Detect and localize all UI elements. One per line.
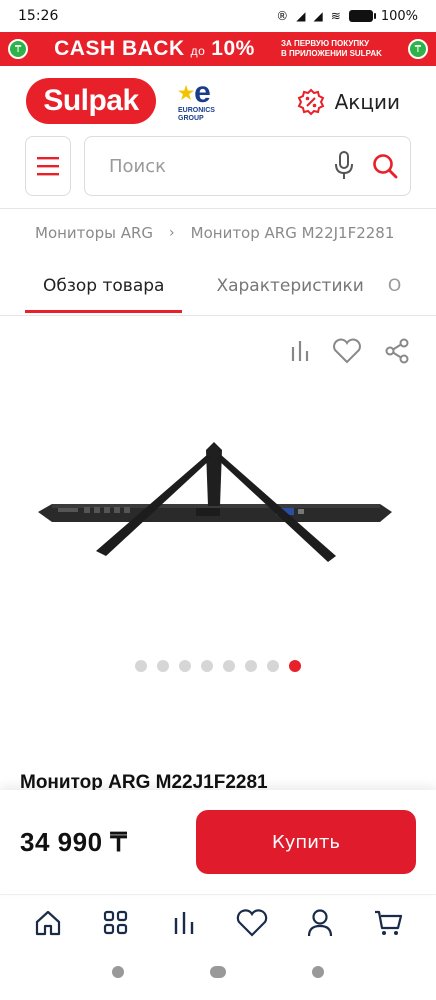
home-icon: [35, 910, 61, 935]
gallery-dot[interactable]: [179, 660, 191, 672]
site-header: Sulpak ★e EURONICS GROUP Акции: [0, 66, 436, 136]
battery-icon: [348, 10, 376, 22]
gallery-dot[interactable]: [245, 660, 257, 672]
signal-icon: ◢: [296, 9, 306, 23]
system-recents-button[interactable]: [312, 966, 324, 978]
cashback-banner[interactable]: ₸ CASH BACK до 10% ЗА ПЕРВУЮ ПОКУПКУ В П…: [0, 32, 436, 66]
euronics-group: GROUP: [178, 115, 204, 122]
gallery-pagination: [0, 660, 436, 672]
status-bar: 15:26 ® ◢ ◢ ≋ 100%: [0, 0, 436, 32]
search-input[interactable]: [109, 155, 334, 177]
battery-level: 100%: [380, 8, 418, 24]
cashback-sub-line2: В ПРИЛОЖЕНИИ SULPAK: [280, 49, 382, 58]
nav-catalog[interactable]: [100, 907, 132, 939]
gallery-dot[interactable]: [135, 660, 147, 672]
search-icon[interactable]: [372, 153, 398, 179]
status-time: 15:26: [18, 8, 59, 24]
euronics-logo: ★e EURONICS GROUP: [178, 76, 215, 123]
cashback-headline: CASH BACK до 10%: [54, 37, 255, 61]
system-back-button[interactable]: [112, 966, 124, 978]
system-home-button[interactable]: [210, 966, 226, 978]
tab-overview[interactable]: Обзор товара: [25, 257, 183, 315]
compare-nav-icon: [174, 911, 194, 934]
gallery-actions: [290, 338, 410, 364]
nav-cart[interactable]: [372, 907, 404, 939]
breadcrumb-item-product[interactable]: Монитор ARG M22J1F2281: [191, 224, 395, 242]
favorites-icon: [236, 908, 268, 937]
nav-profile[interactable]: [304, 907, 336, 939]
cashback-badge-icon: ₸: [8, 39, 28, 59]
price: 34 990 ₸: [20, 826, 128, 857]
menu-button[interactable]: [25, 136, 71, 196]
compare-icon[interactable]: [290, 339, 310, 363]
gallery-dot[interactable]: [223, 660, 235, 672]
signal-icon-2: ◢: [313, 9, 323, 23]
cashback-badge-icon-right: ₸: [407, 39, 428, 59]
promotions-label: Акции: [334, 90, 400, 114]
tab-specifications[interactable]: Характеристики: [198, 257, 381, 315]
profile-icon: [307, 908, 333, 936]
buy-bar: 34 990 ₸ Купить: [0, 790, 436, 894]
hamburger-icon: [37, 157, 59, 176]
nav-favorites[interactable]: [236, 907, 268, 939]
search-box[interactable]: [84, 136, 411, 196]
product-tabs: Обзор товара Характеристики О: [0, 257, 436, 315]
promotions-link[interactable]: Акции: [297, 88, 400, 116]
buy-button[interactable]: Купить: [196, 810, 416, 874]
tab-reviews[interactable]: О: [388, 276, 401, 296]
nav-compare[interactable]: [168, 907, 200, 939]
gallery-dot[interactable]: [157, 660, 169, 672]
heart-icon[interactable]: [332, 338, 362, 364]
product-title: Монитор ARG M22J1F2281: [20, 772, 268, 790]
gallery-dot[interactable]: [267, 660, 279, 672]
system-navigation: [0, 960, 436, 984]
microphone-icon[interactable]: [334, 151, 354, 181]
cashback-sub-line1: ЗА ПЕРВУЮ ПОКУПКУ: [280, 39, 370, 48]
wifi-icon: ≋: [330, 9, 341, 23]
chevron-right-icon: ›: [169, 225, 175, 241]
nav-home[interactable]: [32, 907, 64, 939]
breadcrumb: Мониторы ARG › Монитор ARG M22J1F2281: [0, 209, 436, 257]
registered-icon: ®: [276, 9, 289, 23]
cart-icon: [375, 910, 403, 935]
cashback-do: до: [190, 44, 206, 58]
euronics-name: EURONICS: [178, 107, 215, 114]
breadcrumb-item-category[interactable]: Мониторы ARG: [35, 224, 153, 242]
status-icons: ® ◢ ◢ ≋ 100%: [276, 9, 418, 24]
cashback-subtitle: ЗА ПЕРВУЮ ПОКУПКУ В ПРИЛОЖЕНИИ SULPAK: [281, 39, 382, 59]
bottom-navigation: [0, 894, 436, 950]
product-image[interactable]: [30, 436, 406, 586]
gallery-dot[interactable]: [201, 660, 213, 672]
gallery-dot[interactable]: [289, 660, 301, 672]
search-row: [0, 136, 436, 196]
percent-badge-icon: [297, 88, 324, 116]
cashback-percent: 10%: [211, 37, 255, 60]
euronics-mark-icon: ★e: [178, 76, 211, 109]
share-icon[interactable]: [384, 338, 410, 364]
catalog-icon: [103, 910, 128, 934]
product-gallery: [0, 316, 436, 776]
sulpak-logo[interactable]: Sulpak: [26, 78, 156, 124]
cashback-text: CASH BACK: [54, 37, 185, 60]
